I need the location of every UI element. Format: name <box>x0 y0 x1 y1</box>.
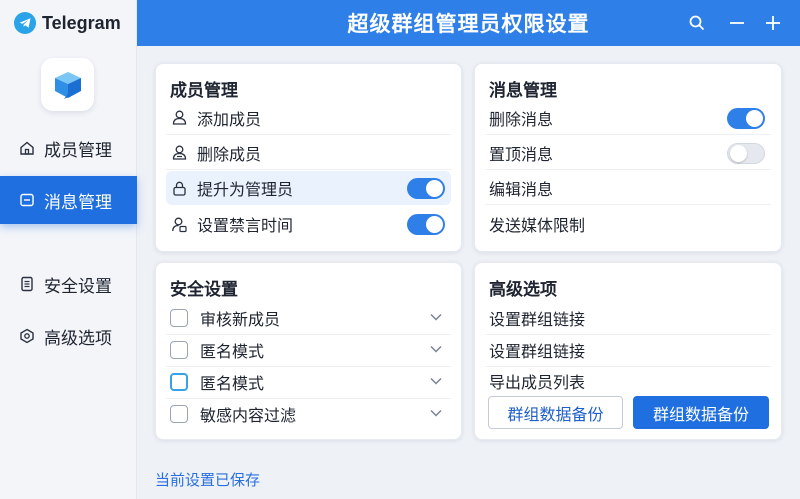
app-cube-icon <box>41 58 94 111</box>
row-label: 导出成员列表 <box>489 373 586 392</box>
card-title: 安全设置 <box>170 280 238 300</box>
chevron-down-icon[interactable] <box>429 342 443 356</box>
add-icon[interactable] <box>759 9 787 37</box>
row-label: 置顶消息 <box>489 144 554 164</box>
promote-admin-toggle[interactable] <box>407 178 445 199</box>
row-label: 发送媒体限制 <box>489 216 586 235</box>
advanced-options-card: 高级选项 设置群组链接 设置群组链接 导出成员列表 群组数据备份 群组数据备份 <box>474 262 782 440</box>
row-anonymous-mode-2[interactable]: 匿名模式 <box>166 365 451 399</box>
sidebar-item-label: 消息管理 <box>44 192 112 213</box>
document-icon <box>18 275 36 293</box>
row-label: 提升为管理员 <box>197 180 294 199</box>
row-media-restriction[interactable]: 发送媒体限制 <box>485 207 771 241</box>
minimize-icon[interactable] <box>723 9 751 37</box>
row-label: 添加成员 <box>197 109 262 129</box>
chevron-down-icon[interactable] <box>429 374 443 388</box>
row-label: 编辑消息 <box>489 179 554 199</box>
brand: Telegram <box>0 0 136 46</box>
lock-icon <box>170 179 188 197</box>
review-new-members-checkbox[interactable] <box>170 308 188 327</box>
card-title: 成员管理 <box>170 81 238 101</box>
brand-name: Telegram <box>42 12 121 33</box>
row-promote-admin[interactable]: 提升为管理员 <box>166 171 451 205</box>
sidebar-item-advanced[interactable]: 高级选项 <box>0 312 137 360</box>
sidebar-item-messages[interactable]: 消息管理 <box>0 176 137 224</box>
row-delete-messages[interactable]: 删除消息 <box>485 101 771 135</box>
row-label: 设置群组链接 <box>489 341 586 361</box>
row-label: 设置禁言时间 <box>197 216 294 235</box>
chevron-down-icon[interactable] <box>429 406 443 420</box>
row-label: 匿名模式 <box>200 341 265 361</box>
backup-button-secondary[interactable]: 群组数据备份 <box>488 396 623 429</box>
row-label: 删除消息 <box>489 109 554 129</box>
row-label: 匿名模式 <box>200 373 265 393</box>
row-pin-messages[interactable]: 置顶消息 <box>485 136 771 170</box>
row-group-link[interactable]: 设置群组链接 <box>485 301 771 335</box>
row-mute-duration[interactable]: 设置禁言时间 <box>166 207 451 241</box>
pin-messages-toggle[interactable] <box>727 143 765 164</box>
sidebar: Telegram 成员管理 消息管理 安全设置 高级选项 <box>0 0 137 499</box>
member-management-card: 成员管理 添加成员 删除成员 提升为管理员 设置禁言时间 <box>155 63 462 252</box>
user-remove-icon <box>170 144 188 162</box>
sidebar-item-label: 成员管理 <box>44 140 112 161</box>
security-settings-card: 安全设置 审核新成员 匿名模式 匿名模式 敏感内容过滤 <box>155 262 462 440</box>
telegram-logo-icon <box>14 12 36 34</box>
search-icon[interactable] <box>683 9 711 37</box>
sensitive-filter-checkbox[interactable] <box>170 405 188 423</box>
card-title: 消息管理 <box>489 81 557 101</box>
row-sensitive-filter[interactable]: 敏感内容过滤 <box>166 397 451 431</box>
user-add-icon <box>170 109 188 127</box>
status-text: 当前设置已保存 <box>155 471 261 489</box>
row-add-member[interactable]: 添加成员 <box>166 101 451 135</box>
home-icon <box>18 139 36 157</box>
sidebar-item-security[interactable]: 安全设置 <box>0 260 137 308</box>
message-icon <box>18 191 36 209</box>
anonymous-mode-checkbox[interactable] <box>170 372 188 391</box>
sidebar-item-members[interactable]: 成员管理 <box>0 124 137 172</box>
row-anonymous-mode[interactable]: 匿名模式 <box>166 333 451 367</box>
row-review-new-members[interactable]: 审核新成员 <box>166 301 451 335</box>
row-export-members[interactable]: 导出成员列表 <box>485 364 771 398</box>
row-label: 敏感内容过滤 <box>200 406 297 425</box>
row-group-link-2[interactable]: 设置群组链接 <box>485 333 771 367</box>
row-label: 设置群组链接 <box>489 309 586 329</box>
row-label: 审核新成员 <box>200 309 281 329</box>
chevron-down-icon[interactable] <box>429 310 443 324</box>
sidebar-item-label: 高级选项 <box>44 328 112 349</box>
backup-button-primary[interactable]: 群组数据备份 <box>633 396 769 429</box>
row-label: 删除成员 <box>197 144 262 164</box>
user-mute-icon <box>170 215 188 233</box>
anonymous-mode-checkbox[interactable] <box>170 340 188 359</box>
delete-messages-toggle[interactable] <box>727 108 765 129</box>
sidebar-item-label: 安全设置 <box>44 276 112 297</box>
mute-duration-toggle[interactable] <box>407 214 445 235</box>
message-management-card: 消息管理 删除消息 置顶消息 编辑消息 发送媒体限制 <box>474 63 782 252</box>
row-remove-member[interactable]: 删除成员 <box>166 136 451 170</box>
window-title: 超级群组管理员权限设置 <box>347 12 590 36</box>
hexagon-gear-icon <box>18 327 36 345</box>
row-edit-messages[interactable]: 编辑消息 <box>485 171 771 205</box>
title-bar: 超级群组管理员权限设置 <box>137 0 800 46</box>
card-title: 高级选项 <box>489 280 557 300</box>
